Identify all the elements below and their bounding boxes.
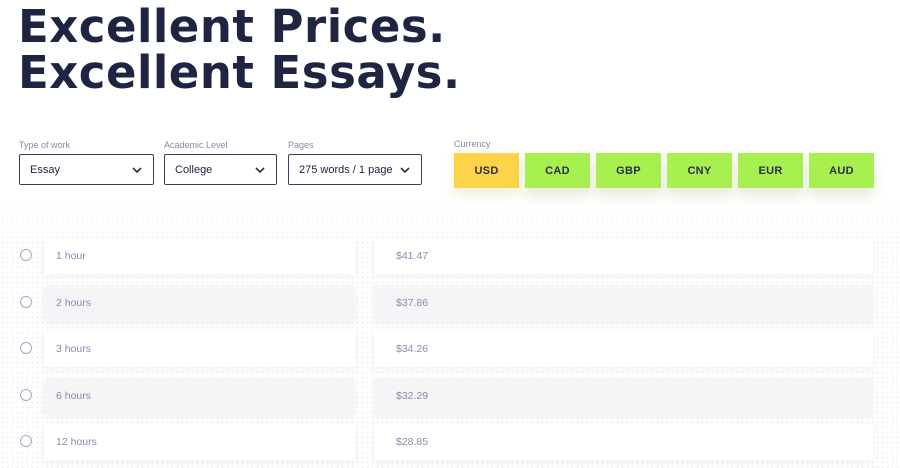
deadline-price: $41.47 bbox=[374, 238, 873, 274]
deadline-radio[interactable] bbox=[20, 389, 32, 401]
currency-button-cad[interactable]: CAD bbox=[525, 153, 590, 188]
deadline-time: 1 hour bbox=[44, 238, 355, 274]
deadline-row[interactable]: 2 hours $37.86 bbox=[0, 285, 900, 321]
deadline-radio[interactable] bbox=[20, 296, 32, 308]
deadline-row[interactable]: 6 hours $32.29 bbox=[0, 378, 900, 414]
type-of-work-select[interactable]: Essay bbox=[19, 154, 154, 185]
chevron-down-icon bbox=[400, 166, 410, 173]
pages-label: Pages bbox=[288, 140, 314, 150]
deadline-time: 12 hours bbox=[44, 424, 355, 460]
deadline-radio[interactable] bbox=[20, 342, 32, 354]
academic-level-select[interactable]: College bbox=[164, 154, 277, 185]
deadline-row[interactable]: 1 hour $41.47 bbox=[0, 238, 900, 274]
deadline-time: 3 hours bbox=[44, 331, 355, 367]
deadline-radio[interactable] bbox=[20, 249, 32, 261]
headline-line-1: Excellent Prices. bbox=[18, 0, 446, 53]
deadline-price: $32.29 bbox=[374, 378, 873, 414]
academic-level-value: College bbox=[175, 163, 213, 176]
currency-button-usd[interactable]: USD bbox=[454, 153, 519, 188]
chevron-down-icon bbox=[132, 166, 142, 173]
page-title: Excellent Prices. Excellent Essays. bbox=[18, 4, 461, 96]
deadline-radio[interactable] bbox=[20, 435, 32, 447]
deadline-time: 6 hours bbox=[44, 378, 355, 414]
deadline-price: $34.26 bbox=[374, 331, 873, 367]
academic-level-label: Academic Level bbox=[164, 140, 228, 150]
currency-button-aud[interactable]: AUD bbox=[809, 153, 874, 188]
type-of-work-label: Type of work bbox=[19, 140, 71, 150]
deadline-price: $28.85 bbox=[374, 424, 873, 460]
pages-select[interactable]: 275 words / 1 page bbox=[288, 154, 422, 185]
chevron-down-icon bbox=[255, 166, 265, 173]
pages-value: 275 words / 1 page bbox=[299, 163, 393, 176]
currency-button-cny[interactable]: CNY bbox=[667, 153, 732, 188]
currency-button-gbp[interactable]: GBP bbox=[596, 153, 661, 188]
currency-label: Currency bbox=[454, 139, 491, 149]
deadline-row[interactable]: 12 hours $28.85 bbox=[0, 424, 900, 460]
currency-button-eur[interactable]: EUR bbox=[738, 153, 803, 188]
deadline-price: $37.86 bbox=[374, 285, 873, 321]
deadline-time: 2 hours bbox=[44, 285, 355, 321]
headline-line-2: Excellent Essays. bbox=[18, 46, 461, 99]
type-of-work-value: Essay bbox=[30, 163, 60, 176]
deadline-row[interactable]: 3 hours $34.26 bbox=[0, 331, 900, 367]
